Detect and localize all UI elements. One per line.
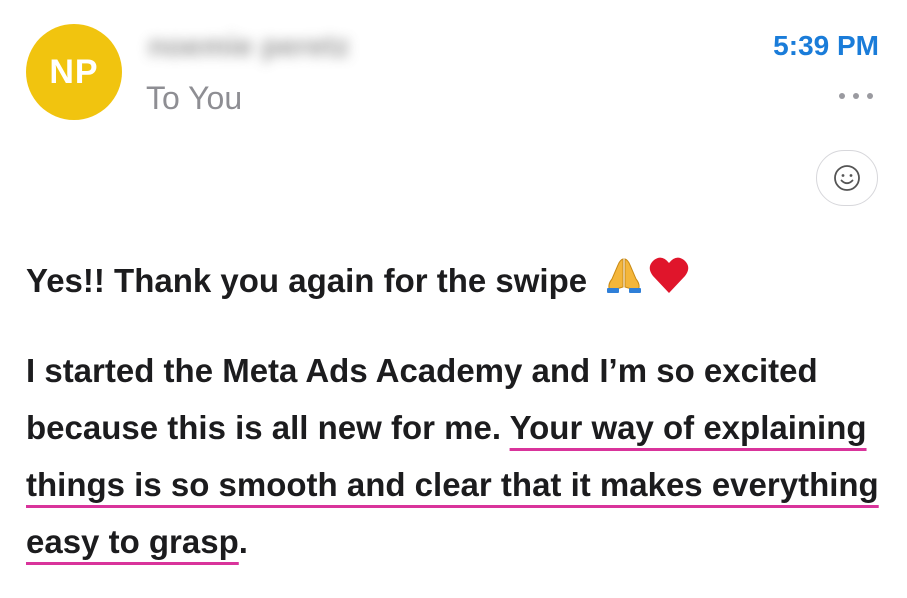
- folded-hands-emoji: [604, 255, 644, 312]
- email-header: NP noemie peretz To You 5:39 PM: [0, 0, 907, 220]
- more-horizontal-icon: [839, 93, 845, 99]
- timestamp: 5:39 PM: [773, 30, 879, 61]
- message-text-end: .: [238, 522, 248, 560]
- sender-name[interactable]: noemie peretz: [148, 30, 350, 64]
- message-line-1: Yes!! Thank you again for the swipe: [26, 262, 588, 299]
- more-horizontal-icon: [853, 93, 859, 99]
- more-horizontal-icon: [867, 93, 873, 99]
- smiley-face-icon: [834, 165, 860, 191]
- recipient-label[interactable]: To You: [146, 80, 242, 117]
- add-reaction-button[interactable]: [816, 150, 878, 206]
- message-paragraph: I started the Meta Ads Academy and I’m s…: [26, 342, 886, 570]
- message-paragraph: Yes!! Thank you again for the swipe: [26, 252, 886, 312]
- more-options-button[interactable]: [839, 86, 873, 106]
- red-heart-emoji: [648, 255, 690, 312]
- avatar[interactable]: NP: [26, 24, 122, 120]
- avatar-initials: NP: [49, 52, 99, 91]
- message-body: Yes!! Thank you again for the swipe I st…: [26, 252, 886, 570]
